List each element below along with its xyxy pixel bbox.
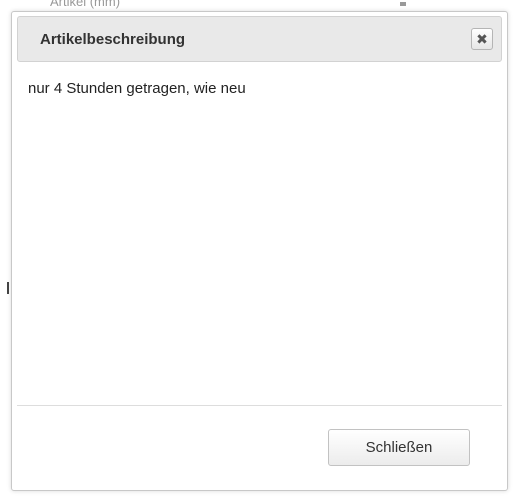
background-edge-marker [7, 282, 9, 294]
page: Artikel (mm) Artikelbeschreibung ✖ nur 4… [0, 0, 513, 500]
dialog-body-text: nur 4 Stunden getragen, wie neu [28, 80, 246, 97]
dialog-title: Artikelbeschreibung [40, 31, 186, 48]
article-description-dialog: Artikelbeschreibung ✖ nur 4 Stunden getr… [11, 11, 508, 491]
close-icon: ✖ [476, 31, 488, 47]
background-marker [400, 2, 406, 6]
dialog-titlebar: Artikelbeschreibung ✖ [17, 16, 502, 62]
background-partial-text: Artikel (mm) [50, 0, 121, 9]
close-button[interactable]: Schließen [328, 429, 470, 466]
dialog-footer-divider [17, 405, 502, 406]
dialog-close-button[interactable]: ✖ [471, 28, 493, 50]
